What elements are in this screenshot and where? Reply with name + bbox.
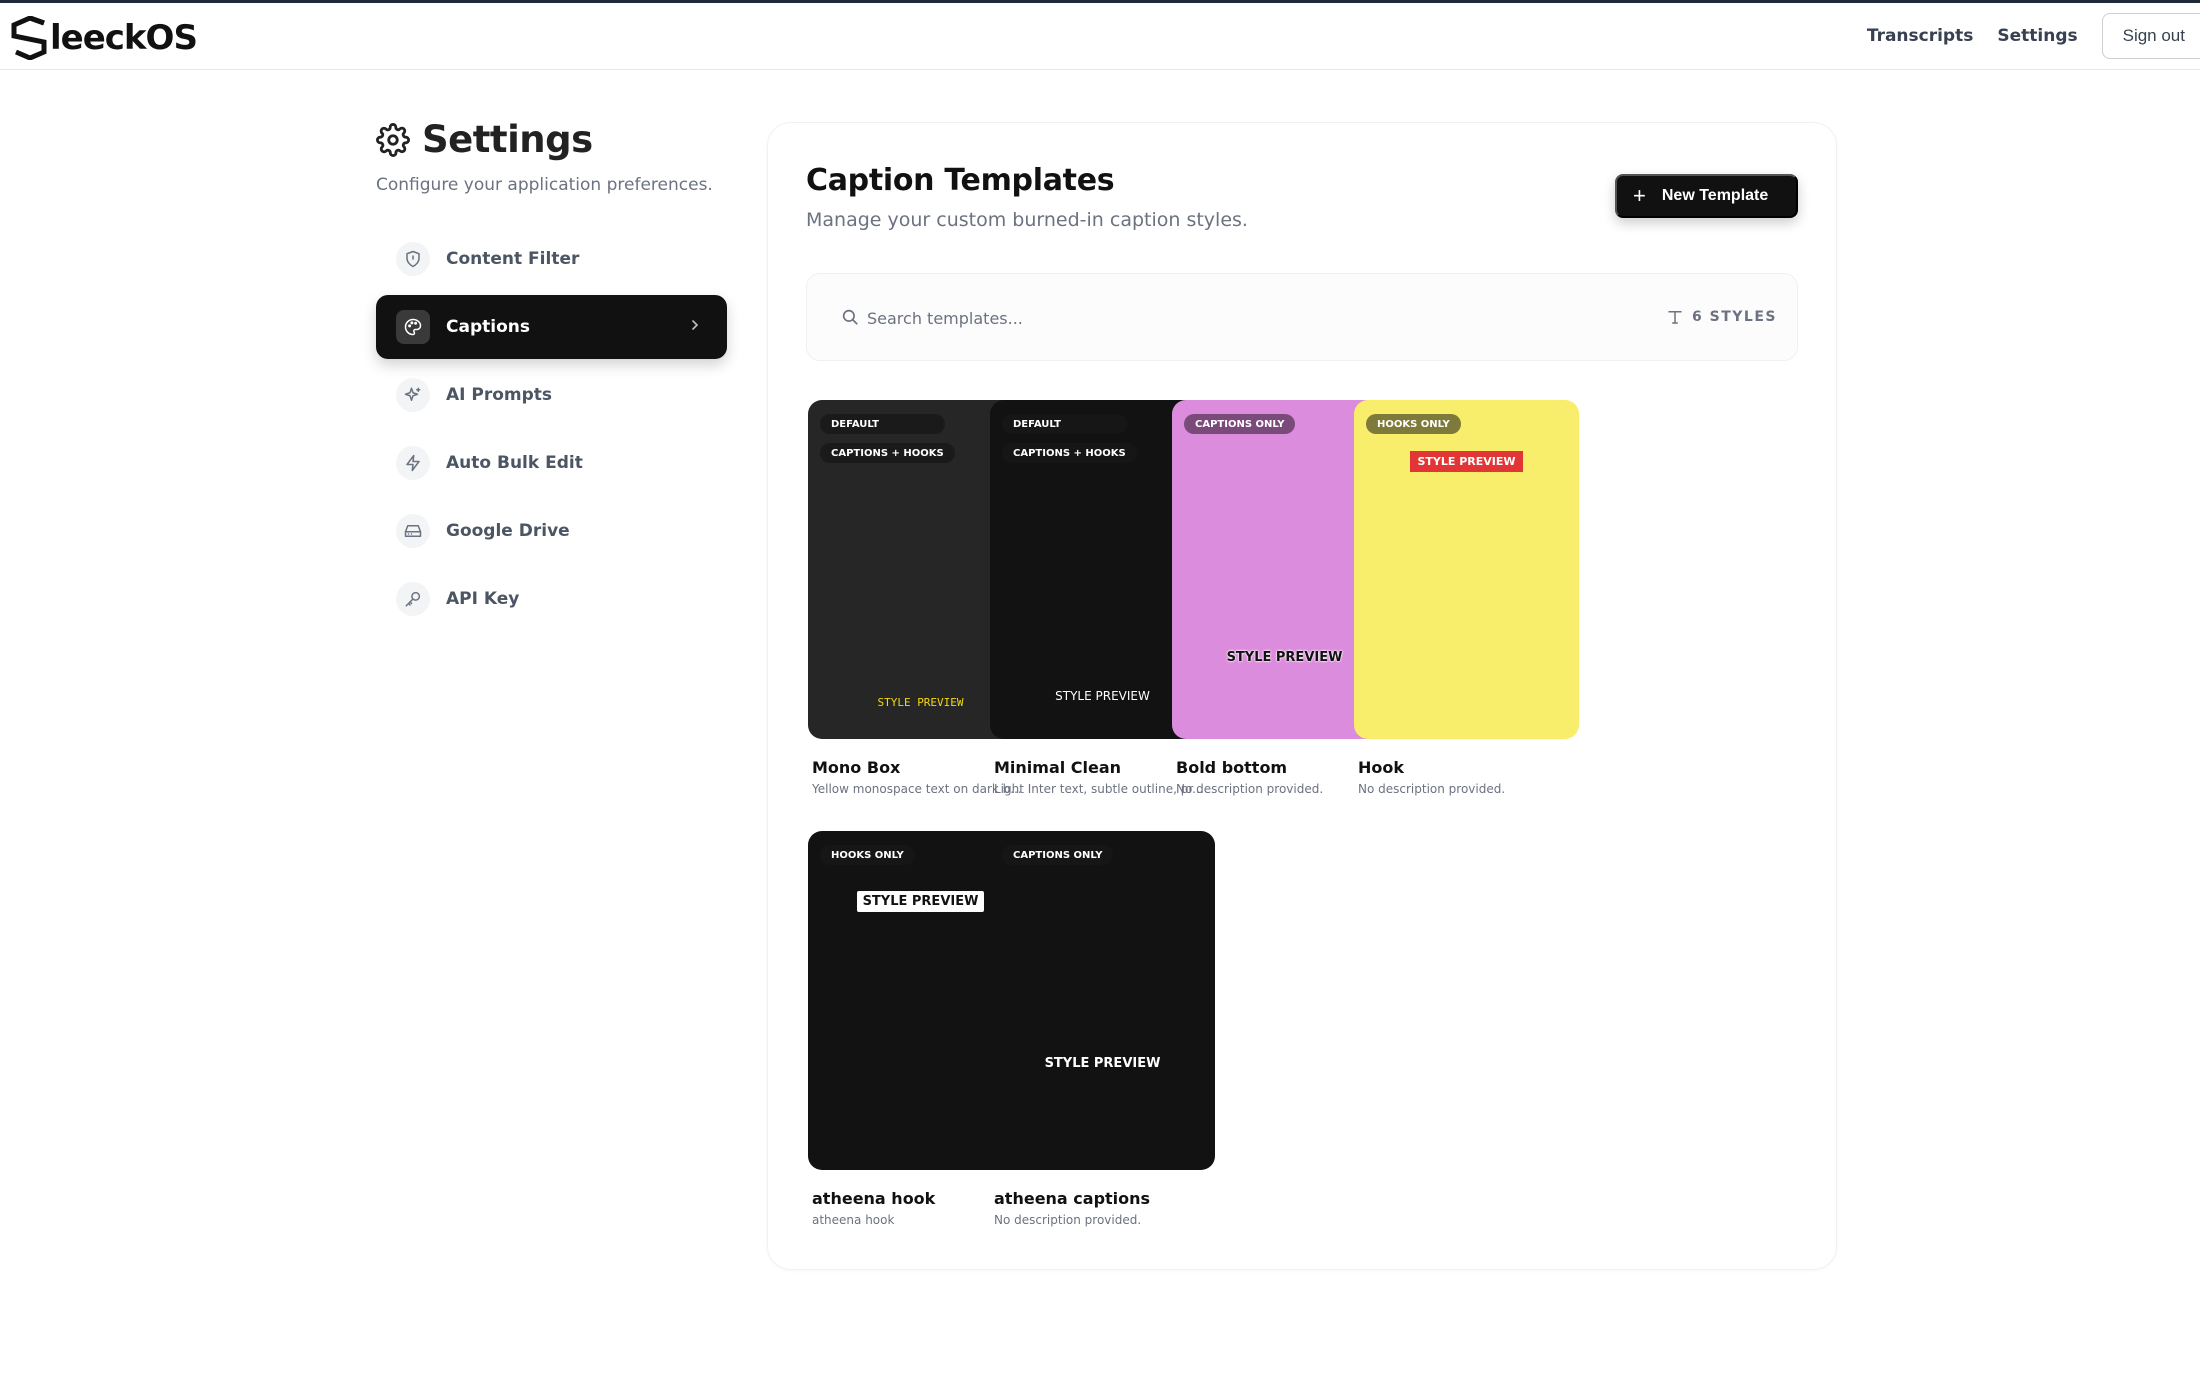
- menu-item-label: Content Filter: [446, 249, 580, 269]
- type-badge: HOOKS ONLY: [820, 845, 915, 865]
- default-badge: DEFAULT: [820, 414, 945, 434]
- text-type-icon: [1668, 311, 1682, 324]
- type-badge: CAPTIONS + HOOKS: [820, 443, 955, 463]
- styles-count: 6 STYLES: [1666, 308, 1777, 326]
- menu-item-label: API Key: [446, 589, 520, 609]
- menu-item-label: Auto Bulk Edit: [446, 453, 583, 473]
- logo-s-mark-icon: [11, 16, 47, 60]
- key-icon: [396, 582, 430, 616]
- type-badge: HOOKS ONLY: [1366, 414, 1461, 434]
- chevron-right-icon: [692, 320, 699, 330]
- type-badge: CAPTIONS ONLY: [1184, 414, 1296, 434]
- lightning-icon: [396, 446, 430, 480]
- template-name: Hook: [1358, 758, 1405, 777]
- caption-templates-panel: Caption Templates Manage your custom bur…: [767, 122, 1837, 1270]
- drive-icon: [396, 514, 430, 548]
- type-badge: CAPTIONS ONLY: [1002, 845, 1114, 865]
- default-badge: DEFAULT: [1002, 414, 1127, 434]
- menu-item-auto-bulk-edit[interactable]: Auto Bulk Edit: [376, 431, 727, 495]
- styles-count-label: 6 STYLES: [1692, 309, 1777, 325]
- app-logo[interactable]: leeckOS: [10, 13, 198, 63]
- template-name: atheena captions: [994, 1189, 1151, 1208]
- new-template-button[interactable]: + New Template: [1615, 174, 1798, 218]
- style-preview-wrapper: STYLE PREVIEW: [1354, 450, 1579, 472]
- top-navigation-bar: leeckOS Transcripts Settings Sign out: [0, 3, 2200, 70]
- menu-item-api-key[interactable]: API Key: [376, 567, 727, 631]
- plus-icon: +: [1633, 183, 1646, 208]
- settings-menu: Content Filter Captions AI Prompts Auto …: [376, 227, 727, 635]
- template-preview[interactable]: HOOKS ONLY STYLE PREVIEW: [1354, 400, 1579, 739]
- settings-heading: Settings: [376, 118, 593, 161]
- type-badge: CAPTIONS + HOOKS: [1002, 443, 1137, 463]
- template-description: No description provided.: [1358, 782, 1506, 796]
- menu-item-label: AI Prompts: [446, 385, 553, 405]
- nav-transcripts-link[interactable]: Transcripts: [1867, 26, 1974, 46]
- sign-out-button[interactable]: Sign out: [2101, 13, 2200, 59]
- palette-icon: [396, 310, 430, 344]
- nav-settings-link[interactable]: Settings: [1997, 26, 2077, 46]
- style-preview-text: STYLE PREVIEW: [856, 891, 985, 912]
- template-card-atheena-captions[interactable]: CAPTIONS ONLY STYLE PREVIEW atheena capt…: [990, 831, 1215, 1227]
- new-template-label: New Template: [1661, 187, 1769, 204]
- search-icon: [842, 309, 858, 325]
- panel-title: Caption Templates: [806, 163, 1115, 198]
- menu-item-label: Google Drive: [446, 521, 570, 541]
- template-preview[interactable]: CAPTIONS ONLY STYLE PREVIEW: [990, 831, 1215, 1170]
- menu-item-captions[interactable]: Captions: [376, 295, 727, 359]
- shield-icon: [396, 242, 430, 276]
- gear-icon: [376, 122, 410, 157]
- settings-subtitle: Configure your application preferences.: [376, 175, 713, 195]
- sparkles-icon: [396, 378, 430, 412]
- top-nav: Transcripts Settings Sign out: [1867, 13, 2200, 59]
- menu-item-google-drive[interactable]: Google Drive: [376, 499, 727, 563]
- search-input[interactable]: [867, 300, 1217, 336]
- menu-item-label: Captions: [446, 317, 530, 337]
- template-description: No description provided.: [994, 1213, 1142, 1227]
- style-preview-text: STYLE PREVIEW: [1044, 1056, 1161, 1071]
- menu-item-ai-prompts[interactable]: AI Prompts: [376, 363, 727, 427]
- settings-title: Settings: [422, 118, 593, 161]
- template-card-hook[interactable]: HOOKS ONLY STYLE PREVIEW Hook No descrip…: [1354, 400, 1579, 796]
- template-search-bar: 6 STYLES: [806, 273, 1798, 361]
- menu-item-content-filter[interactable]: Content Filter: [376, 227, 727, 291]
- style-preview-text: STYLE PREVIEW: [1410, 451, 1523, 472]
- app-name: leeckOS: [50, 18, 198, 58]
- panel-subtitle: Manage your custom burned-in caption sty…: [806, 209, 1248, 231]
